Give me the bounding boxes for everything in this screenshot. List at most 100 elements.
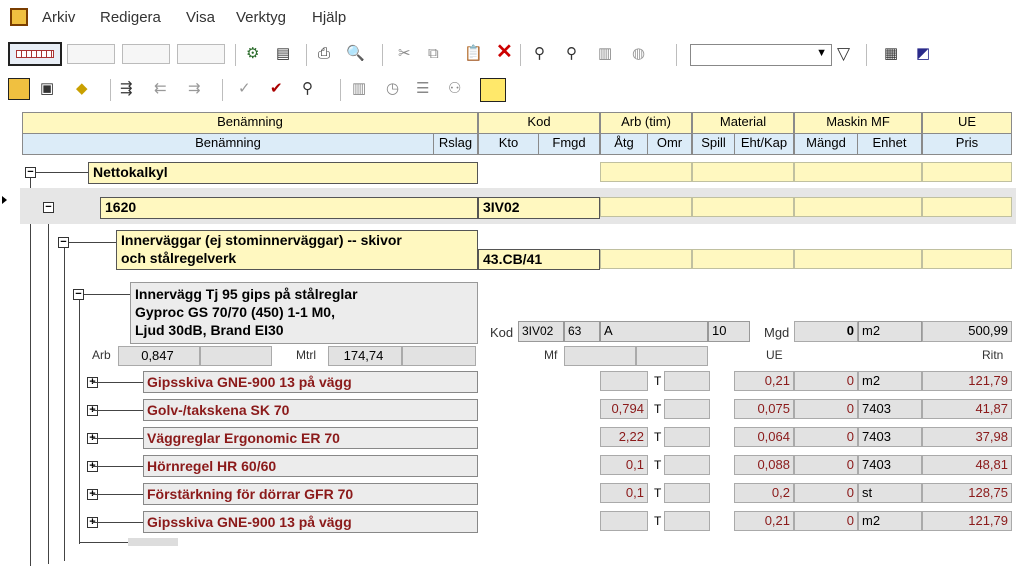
item-mangd[interactable]: 0 [794,399,858,419]
item-mangd[interactable]: 0 [794,455,858,475]
item-mangd[interactable]: 0 [794,371,858,391]
print-icon[interactable]: ⎙ [318,44,330,64]
pris-field[interactable]: 500,99 [922,321,1012,342]
item-pris[interactable]: 48,81 [922,455,1012,475]
delete-icon[interactable]: ✕ [496,42,513,62]
item-omr[interactable] [664,455,710,475]
item-eht[interactable]: 0,21 [734,371,794,391]
view-map-button[interactable] [177,44,225,64]
menu-arkiv[interactable]: Arkiv [42,9,75,26]
collapse-icon[interactable]: − [58,237,69,248]
item-enhet[interactable]: st [858,483,922,503]
item-pris[interactable]: 37,98 [922,427,1012,447]
item-label[interactable]: Golv-/takskena SK 70 [143,399,478,421]
menu-hjalp[interactable]: Hjälp [312,9,346,26]
mtrl-extra-field[interactable] [402,346,476,366]
filter-icon[interactable]: ▽ [837,44,850,64]
item-eht[interactable]: 0,075 [734,399,794,419]
outdent-icon[interactable]: ⇇ [154,79,167,99]
collapse-icon[interactable]: − [43,202,54,213]
item-atg[interactable]: 0,1 [600,483,648,503]
item-mangd[interactable]: 0 [794,483,858,503]
tree-view-button[interactable] [8,78,30,100]
col-header-atg[interactable]: Åtg [600,133,648,155]
item-enhet[interactable]: m2 [858,511,922,531]
mf-field[interactable] [564,346,636,366]
item-label[interactable]: Gipsskiva GNE-900 13 på vägg [143,371,478,393]
item-pris[interactable]: 121,79 [922,511,1012,531]
menu-visa[interactable]: Visa [186,9,215,26]
ten-field[interactable]: 10 [708,321,750,342]
import-icon[interactable]: ▣ [40,79,54,99]
column-icon[interactable]: ▥ [598,44,612,64]
item-atg[interactable]: 0,1 [600,455,648,475]
find-icon[interactable]: ⚲ [534,44,545,64]
item-atg[interactable]: 0,794 [600,399,648,419]
people-icon[interactable]: ⚇ [448,79,461,99]
tree-icon[interactable]: ⚙ [246,44,259,64]
check-find-icon[interactable]: ✔ [270,79,283,99]
paste-icon[interactable]: 📋 [464,44,483,64]
item-label[interactable]: Gipsskiva GNE-900 13 på vägg [143,511,478,533]
col-header-enhet[interactable]: Enhet [857,133,922,155]
item-pris[interactable]: 128,75 [922,483,1012,503]
mf-extra-field[interactable] [636,346,708,366]
collapse-icon[interactable]: − [25,167,36,178]
item-mangd[interactable]: 0 [794,427,858,447]
item-atg[interactable] [600,371,648,391]
node-nettokalkyl[interactable]: Nettokalkyl [88,162,478,184]
item-pris[interactable]: 121,79 [922,371,1012,391]
col-header-benamning[interactable]: Benämning [22,133,434,155]
menu-verktyg[interactable]: Verktyg [236,9,286,26]
properties-icon[interactable]: ▤ [276,44,290,64]
col-header-fmgd[interactable]: Fmgd [538,133,600,155]
find-replace-icon[interactable]: ⚲ [302,79,313,99]
indent-icon[interactable]: ⇶ [120,79,133,99]
item-omr[interactable] [664,483,710,503]
check-icon[interactable]: ✓ [238,79,251,99]
view-grid-button[interactable] [8,42,62,66]
arb-field[interactable]: 0,847 [118,346,200,366]
item-label[interactable]: Hörnregel HR 60/60 [143,455,478,477]
item-omr[interactable] [664,427,710,447]
mtrl-field[interactable]: 174,74 [328,346,402,366]
merge-icon[interactable]: ⇉ [188,79,201,99]
item-atg[interactable]: 2,22 [600,427,648,447]
globe-icon[interactable]: ◍ [632,44,645,64]
unit-field[interactable]: m2 [858,321,922,342]
menu-redigera[interactable]: Redigera [100,9,161,26]
detail-title-box[interactable]: Innervägg Tj 95 gips på stålreglar Gypro… [130,282,478,344]
col-header-mangd[interactable]: Mängd [794,133,858,155]
col-header-spill[interactable]: Spill [692,133,735,155]
tag-icon[interactable]: ◆ [76,79,88,99]
node-1620[interactable]: 1620 [100,197,478,219]
mgd-field[interactable]: 0 [794,321,858,342]
item-label[interactable]: Förstärkning för dörrar GFR 70 [143,483,478,505]
item-eht[interactable]: 0,2 [734,483,794,503]
item-mangd[interactable]: 0 [794,511,858,531]
col-header-eht[interactable]: Eht/Kap [734,133,794,155]
view-list-button[interactable] [122,44,170,64]
filter-combo[interactable]: ▼ [690,44,832,66]
a-field[interactable]: A [600,321,708,342]
collapse-icon[interactable]: − [73,289,84,300]
item-eht[interactable]: 0,088 [734,455,794,475]
print-preview-icon[interactable]: 🔍 [346,44,365,64]
clock-icon[interactable]: ◷ [386,79,399,99]
item-enhet[interactable]: 7403 [858,399,922,419]
copy-icon[interactable]: ⧉ [428,44,439,64]
col-header-pris[interactable]: Pris [922,133,1012,155]
columns-icon[interactable]: ▥ [352,79,366,99]
item-eht[interactable]: 0,064 [734,427,794,447]
item-enhet[interactable]: m2 [858,371,922,391]
item-enhet[interactable]: 7403 [858,427,922,447]
arb-extra-field[interactable] [200,346,272,366]
item-omr[interactable] [664,511,710,531]
view-chart-button[interactable] [67,44,115,64]
cut-icon[interactable]: ✂ [398,44,411,64]
kod-field[interactable]: 3IV02 [518,321,564,342]
item-omr[interactable] [664,399,710,419]
item-label[interactable]: Väggreglar Ergonomic ER 70 [143,427,478,449]
col-header-omr[interactable]: Omr [647,133,692,155]
kod-1620[interactable]: 3IV02 [478,197,600,219]
